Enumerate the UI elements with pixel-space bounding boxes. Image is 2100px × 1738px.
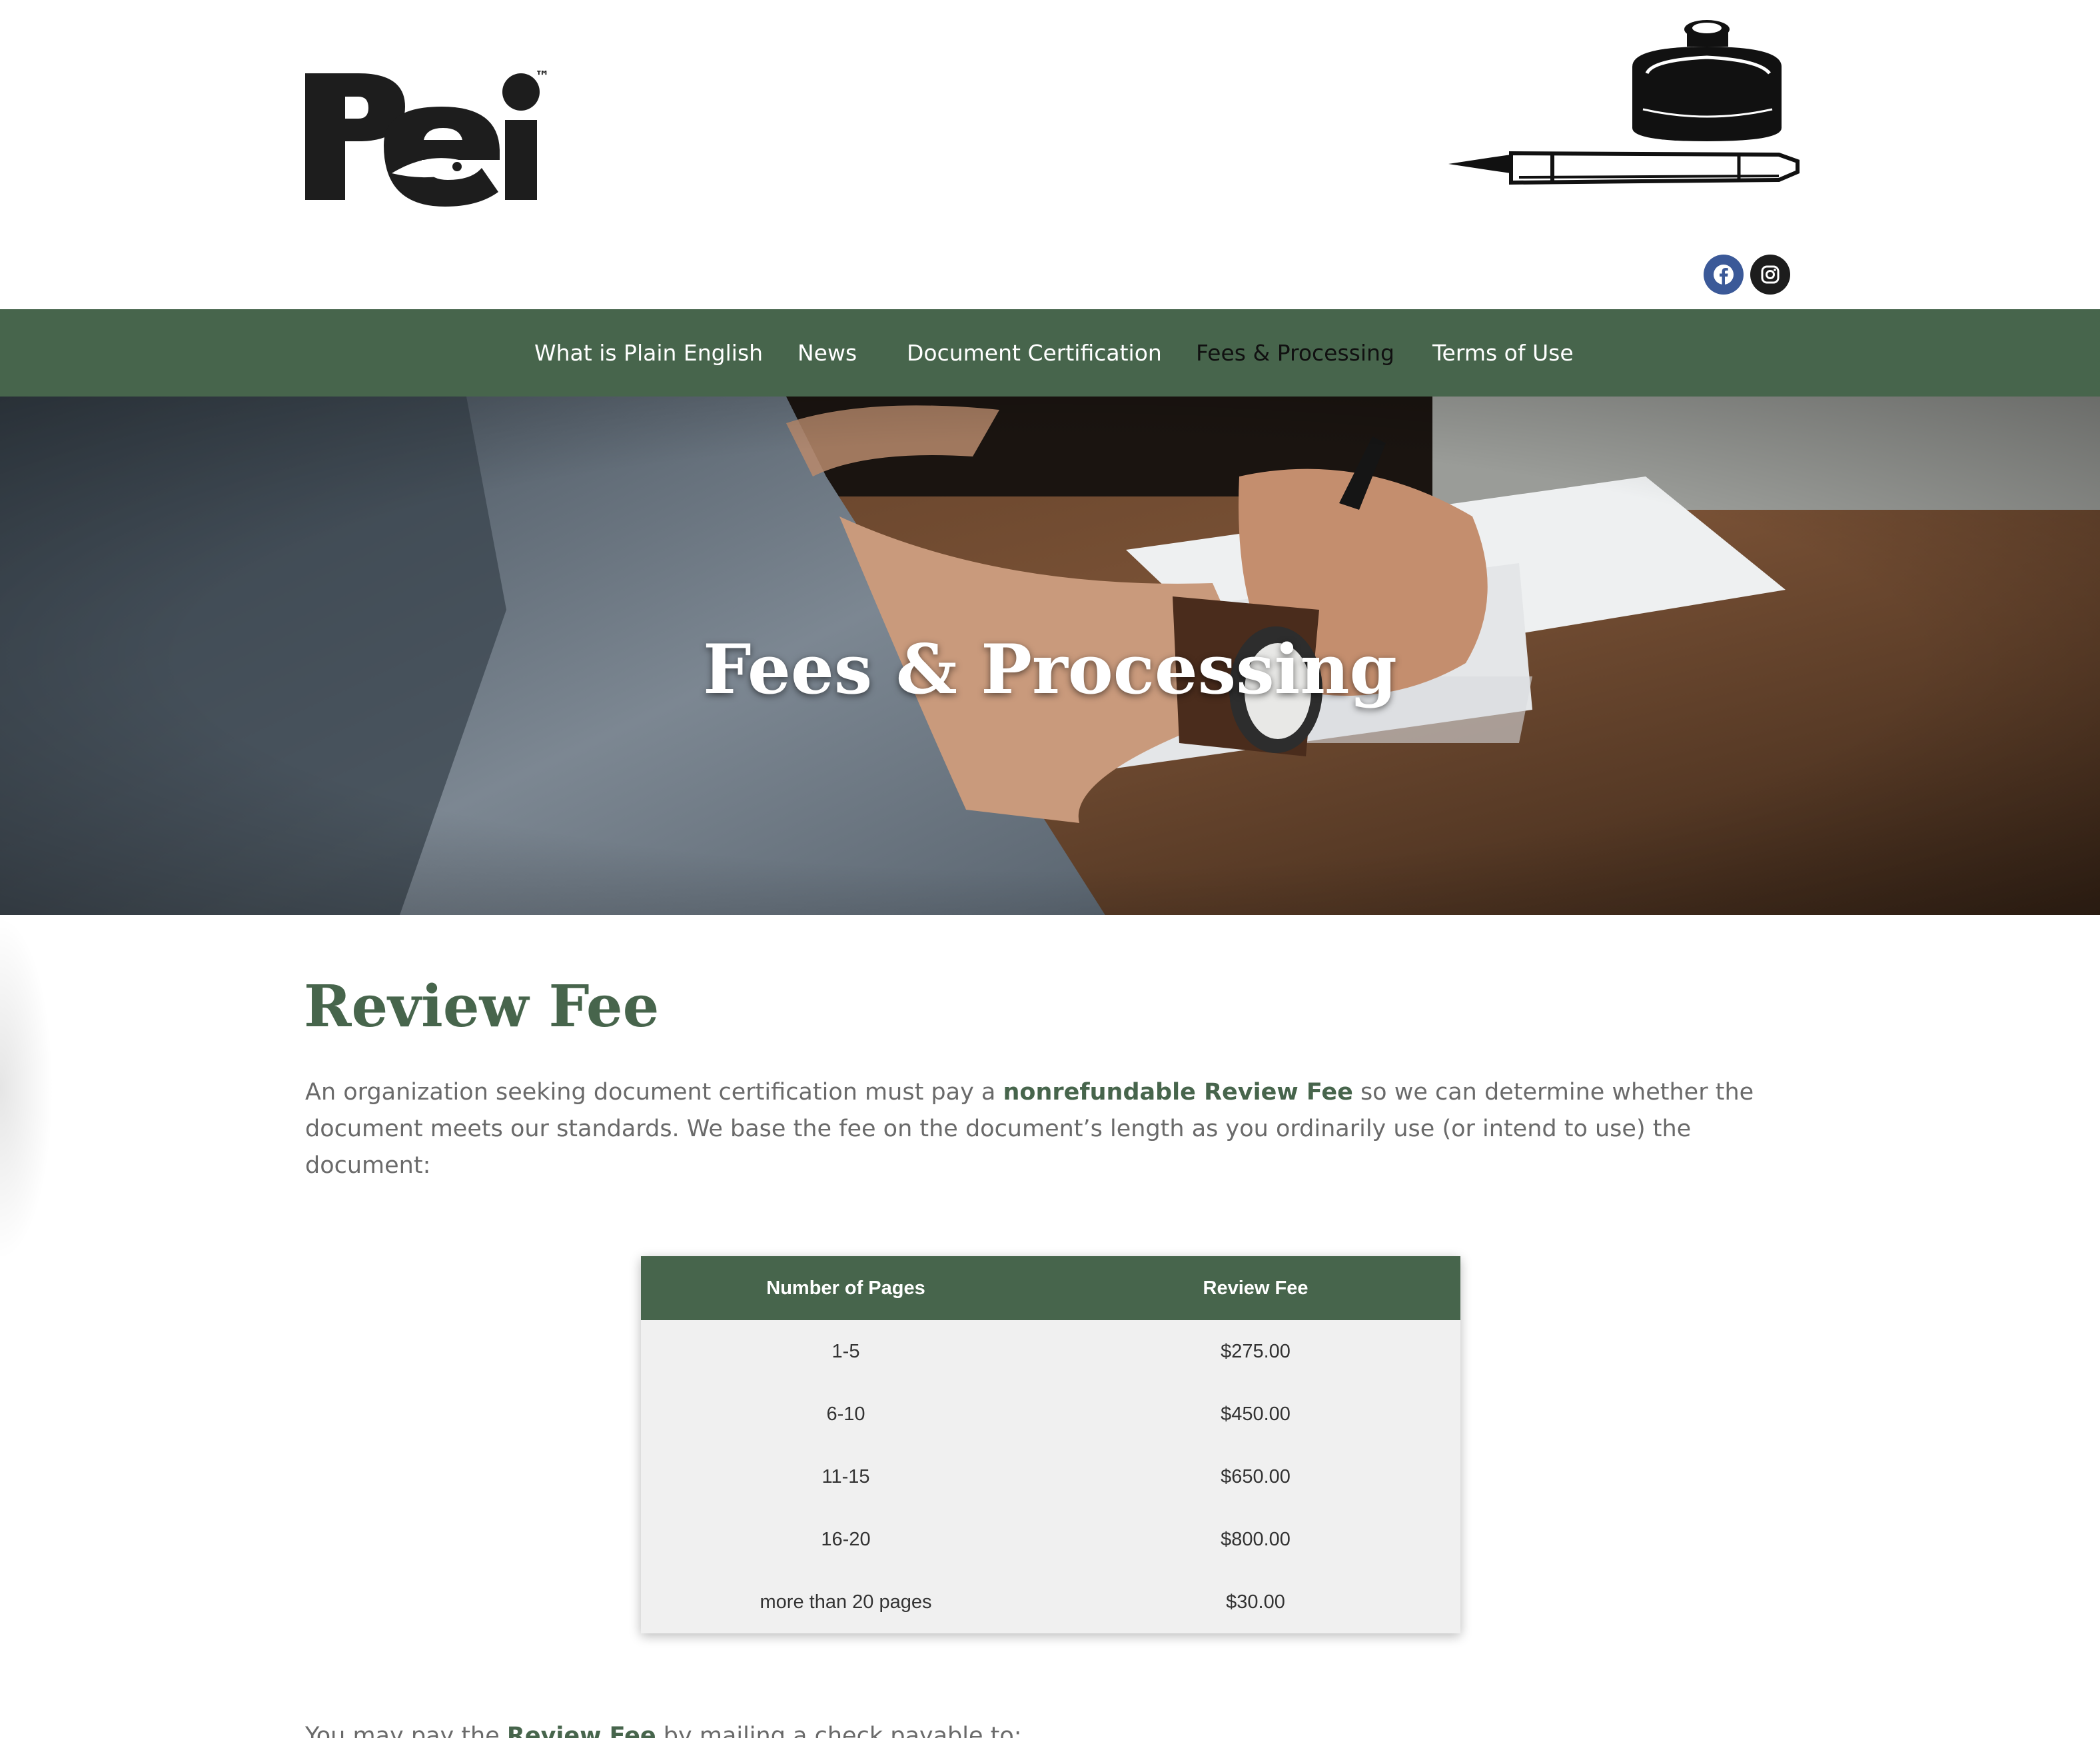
main-navigation: What is Plain English News Document Cert… [0,309,2100,397]
instagram-icon [1761,265,1780,284]
pages-cell: 1-5 [641,1320,1051,1383]
nav-item-what-is-plain-english[interactable]: What is Plain English [534,309,763,397]
table-row: 16-20 $800.00 [641,1508,1460,1571]
fee-cell: $800.00 [1051,1508,1460,1571]
pages-cell: 16-20 [641,1508,1051,1571]
trademark-symbol: ™ [535,69,550,85]
facebook-link[interactable] [1704,255,1744,295]
pages-cell: 11-15 [641,1445,1051,1508]
fee-cell: $650.00 [1051,1445,1460,1508]
instagram-link[interactable] [1750,255,1790,295]
table-row: 1-5 $275.00 [641,1320,1460,1383]
column-header-pages: Number of Pages [641,1256,1051,1320]
ink-bottle-pen-illustration [1448,20,1800,185]
table-row: 6-10 $450.00 [641,1383,1460,1445]
pages-cell: 6-10 [641,1383,1051,1445]
review-fee-table: Number of Pages Review Fee 1-5 $275.00 6… [641,1256,1460,1633]
nav-item-news[interactable]: News [797,309,857,397]
outro-text-start: You may pay the [305,1723,507,1738]
table-row: 11-15 $650.00 [641,1445,1460,1508]
fee-cell: $30.00 [1051,1571,1460,1633]
hero-title: Fees & Processing [703,630,1397,710]
column-header-fee: Review Fee [1051,1256,1460,1320]
review-fee-heading: Review Fee [304,973,660,1040]
fee-cell: $450.00 [1051,1383,1460,1445]
nav-item-document-certification[interactable]: Document Certification [907,309,1162,397]
nav-item-terms-of-use[interactable]: Terms of Use [1432,309,1574,397]
pei-logo[interactable]: ™ [305,67,561,207]
outro-text-end: by mailing a check payable to: [656,1723,1022,1738]
nav-item-fees-processing[interactable]: Fees & Processing [1196,309,1394,397]
intro-bold-review-fee: nonrefundable Review Fee [1003,1079,1353,1106]
table-header-row: Number of Pages Review Fee [641,1256,1460,1320]
left-edge-shadow [0,915,53,1262]
intro-text-start: An organization seeking document certifi… [305,1079,1003,1106]
fee-cell: $275.00 [1051,1320,1460,1383]
facebook-icon [1714,265,1734,285]
outro-bold-review-fee: Review Fee [506,1723,656,1738]
review-fee-description: An organization seeking document certifi… [305,1074,1811,1184]
site-header: ™ [0,0,2100,309]
payment-instructions: You may pay the Review Fee by mailing a … [305,1718,1811,1738]
hero-banner: Fees & Processing [0,397,2100,915]
table-row: more than 20 pages $30.00 [641,1571,1460,1633]
pages-cell: more than 20 pages [641,1571,1051,1633]
